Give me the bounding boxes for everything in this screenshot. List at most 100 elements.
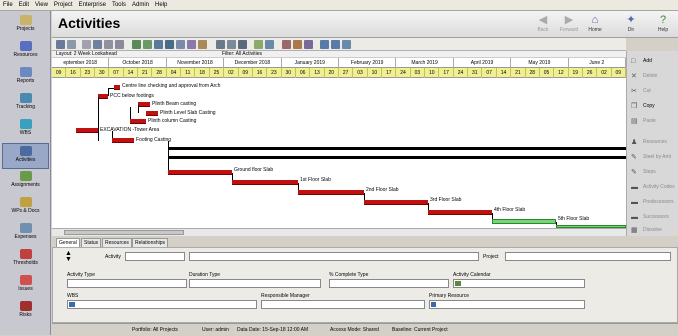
filter-name[interactable]: Filter: All Activities bbox=[222, 51, 262, 57]
table-icon[interactable] bbox=[216, 40, 225, 49]
menu-admin[interactable]: Admin bbox=[129, 0, 152, 11]
layout-icon[interactable] bbox=[132, 40, 141, 49]
gantt-bar-4th-floor[interactable] bbox=[428, 210, 492, 215]
tab-general[interactable]: General bbox=[56, 238, 80, 247]
level-icon[interactable] bbox=[198, 40, 207, 49]
nav-wbs[interactable]: WBS bbox=[2, 117, 49, 143]
gantt-bar-2nd-floor[interactable] bbox=[298, 190, 364, 195]
week-cell: 17 bbox=[439, 68, 454, 78]
menu-project[interactable]: Project bbox=[51, 0, 76, 11]
activity-type-select[interactable] bbox=[67, 279, 187, 288]
activity-codes-label: Activity Codes bbox=[643, 184, 675, 190]
menu-view[interactable]: View bbox=[32, 0, 51, 11]
zoom-fit-icon[interactable] bbox=[342, 40, 351, 49]
responsible-manager-field[interactable] bbox=[261, 300, 425, 309]
stepper-down-icon[interactable]: ▼ bbox=[65, 256, 72, 263]
menu-edit[interactable]: Edit bbox=[16, 0, 32, 11]
wbs-field[interactable] bbox=[67, 300, 257, 309]
gantt-bar-footing[interactable] bbox=[112, 138, 134, 143]
nav-projects[interactable]: Projects bbox=[2, 13, 49, 39]
zoom-in-icon[interactable] bbox=[320, 40, 329, 49]
gantt-bar-plinth-beam[interactable] bbox=[138, 102, 150, 107]
histogram-icon[interactable] bbox=[176, 40, 185, 49]
week-cell: 16 bbox=[253, 68, 268, 78]
nav-tracking[interactable]: Tracking bbox=[2, 91, 49, 117]
schedule-icon[interactable] bbox=[187, 40, 196, 49]
nav-risks[interactable]: Risks bbox=[2, 299, 49, 325]
nav-wps-docs[interactable]: WPs & Docs bbox=[2, 195, 49, 221]
copy-button[interactable]: ❐ Copy bbox=[629, 99, 677, 114]
filter-icon[interactable] bbox=[104, 40, 113, 49]
gantt-bar-1st-floor[interactable] bbox=[232, 180, 298, 185]
gantt-chart[interactable]: Centre line checking and approval from A… bbox=[52, 78, 626, 228]
layout-name[interactable]: Layout: 2 Week Lookahead bbox=[56, 51, 117, 57]
gantt-bar-5th-floor[interactable] bbox=[492, 219, 556, 224]
menu-help[interactable]: Help bbox=[152, 0, 170, 11]
activity-name-field[interactable] bbox=[189, 252, 479, 261]
gantt-bar-centre-line[interactable] bbox=[114, 85, 120, 90]
project-field[interactable] bbox=[505, 252, 671, 261]
gantt-bar-pcc[interactable] bbox=[98, 94, 108, 99]
tab-resources[interactable]: Resources bbox=[102, 238, 132, 247]
gantt-icon[interactable] bbox=[143, 40, 152, 49]
gantt-bar-plinth-column[interactable] bbox=[130, 119, 146, 124]
gantt-summary-bar[interactable] bbox=[168, 147, 626, 150]
columns-icon[interactable] bbox=[82, 40, 91, 49]
scroll-thumb[interactable] bbox=[64, 230, 184, 235]
predecessors-button[interactable]: ▬ Predecessors bbox=[629, 195, 677, 210]
settings-icon[interactable] bbox=[304, 40, 313, 49]
week-cell: 06 bbox=[296, 68, 311, 78]
gantt-bar-excavation[interactable] bbox=[76, 128, 98, 133]
print-preview-icon[interactable] bbox=[67, 40, 76, 49]
menu-file[interactable]: File bbox=[0, 0, 16, 11]
home-button[interactable]: ⌂ Home bbox=[582, 13, 608, 36]
steel-by-amt-button[interactable]: ✎ Steel by Amt bbox=[629, 150, 677, 165]
zoom-out-icon[interactable] bbox=[331, 40, 340, 49]
gantt-bar-3rd-floor[interactable] bbox=[364, 200, 428, 205]
dir-button[interactable]: ✦ Dir bbox=[618, 13, 644, 36]
nav-assignments[interactable]: Assignments bbox=[2, 169, 49, 195]
gantt-bar-ground-floor[interactable] bbox=[168, 170, 232, 175]
cut-button[interactable]: ✂ Cut bbox=[629, 84, 677, 99]
funnel-icon[interactable] bbox=[254, 40, 263, 49]
details-icon[interactable] bbox=[238, 40, 247, 49]
activity-id-field[interactable] bbox=[125, 252, 185, 261]
menu-tools[interactable]: Tools bbox=[109, 0, 129, 11]
progress-icon[interactable] bbox=[293, 40, 302, 49]
primary-resource-field[interactable] bbox=[429, 300, 585, 309]
activity-calendar-field[interactable] bbox=[453, 279, 585, 288]
nav-reports[interactable]: Reports bbox=[2, 65, 49, 91]
network-icon[interactable] bbox=[165, 40, 174, 49]
find-icon[interactable] bbox=[282, 40, 291, 49]
nav-issues[interactable]: Issues bbox=[2, 273, 49, 299]
nav-resources[interactable]: Resources bbox=[2, 39, 49, 65]
add-button[interactable]: □ Add bbox=[629, 54, 677, 69]
chart-icon[interactable] bbox=[154, 40, 163, 49]
tab-status[interactable]: Status bbox=[81, 238, 102, 247]
nav-activities[interactable]: Activities bbox=[2, 143, 49, 169]
menu-enterprise[interactable]: Enterprise bbox=[76, 0, 109, 11]
duration-type-select[interactable] bbox=[189, 279, 321, 288]
paste-button[interactable]: ▤ Paste bbox=[629, 114, 677, 129]
nav-expenses[interactable]: Expenses bbox=[2, 221, 49, 247]
print-icon[interactable] bbox=[56, 40, 65, 49]
gantt-summary-bar[interactable] bbox=[168, 156, 626, 159]
back-button[interactable]: ◀ Back bbox=[530, 13, 556, 36]
tracking-view-icon[interactable] bbox=[227, 40, 236, 49]
tab-relationships[interactable]: Relationships bbox=[132, 238, 169, 247]
dissolve-button[interactable]: ▦ Dissolve bbox=[629, 223, 677, 238]
steps-button[interactable]: ✎ Steps bbox=[629, 165, 677, 180]
gantt-bar-plinth-slab[interactable] bbox=[146, 111, 158, 116]
activity-codes-button[interactable]: ▬ Activity Codes bbox=[629, 180, 677, 195]
bars-icon[interactable] bbox=[93, 40, 102, 49]
group-sort-icon[interactable] bbox=[265, 40, 274, 49]
nav-thresholds[interactable]: Thresholds bbox=[2, 247, 49, 273]
forward-button[interactable]: ▶ Forward bbox=[556, 13, 582, 36]
group-icon[interactable] bbox=[115, 40, 124, 49]
pct-complete-type-select[interactable] bbox=[329, 279, 449, 288]
resources-action-button[interactable]: ♟ Resources bbox=[629, 135, 677, 150]
dissolve-label: Dissolve bbox=[643, 227, 662, 233]
delete-button[interactable]: ✕ Delete bbox=[629, 69, 677, 84]
help-button[interactable]: ? Help bbox=[650, 13, 676, 36]
gantt-horizontal-scrollbar[interactable] bbox=[52, 228, 626, 236]
